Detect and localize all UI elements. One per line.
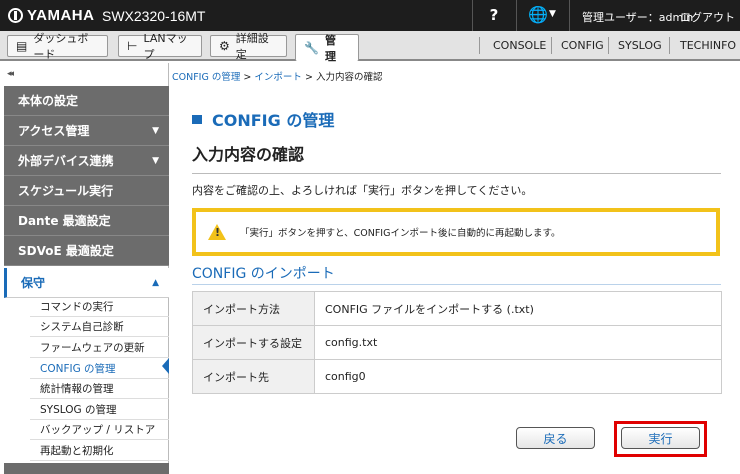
sidebar-item-maintenance[interactable]: 保守 ▲ — [4, 268, 169, 298]
syslog-link[interactable]: SYSLOG — [618, 39, 662, 52]
sidebar-item-label: Dante 最適設定 — [18, 214, 111, 228]
divider — [472, 0, 473, 31]
row-key: インポート方法 — [192, 291, 315, 326]
page-title-text: CONFIG の管理 — [212, 111, 335, 130]
tab-management[interactable]: 🔧 管 理 — [295, 34, 359, 63]
brand-name: YAMAHA — [27, 7, 95, 24]
gear-icon: ⚙ — [219, 39, 230, 53]
divider — [669, 37, 670, 54]
page-subtitle: 入力内容の確認 — [192, 145, 305, 164]
divider — [192, 284, 721, 285]
divider — [192, 173, 721, 174]
model-name: SWX2320-16MT — [102, 8, 206, 24]
sidebar-item-label: SDVoE 最適設定 — [18, 244, 114, 258]
sidebar-item-next-partial — [4, 463, 169, 474]
divider — [516, 0, 517, 31]
yamaha-logo: YAMAHA — [8, 7, 94, 24]
breadcrumb-separator: > — [304, 72, 313, 83]
sidebar-subitem-syslog[interactable]: SYSLOG の管理 — [30, 400, 169, 420]
lan-map-icon: ⊢ — [127, 39, 138, 53]
sidebar-item-external-devices[interactable]: 外部デバイス連携 ▼ — [4, 146, 169, 176]
help-button[interactable]: ? — [480, 6, 508, 24]
user-label: 管理ユーザー：admin — [582, 11, 694, 24]
chevron-down-icon[interactable]: ▼ — [549, 9, 556, 19]
sidebar-subitem-backup[interactable]: バックアップ / リストア — [30, 420, 169, 440]
tab-dashboard[interactable]: ▤ ダッシュボード — [7, 32, 108, 61]
section-title: CONFIG のインポート — [192, 266, 335, 282]
warning-icon — [208, 224, 226, 240]
sidebar-item-sdvoe[interactable]: SDVoE 最適設定 — [4, 236, 169, 266]
wrench-icon: 🔧 — [304, 41, 319, 55]
execute-button[interactable]: 実行 — [621, 427, 700, 449]
tab-label: LANマップ — [143, 32, 188, 61]
section-marker-icon — [192, 114, 202, 124]
sidebar-item-dante[interactable]: Dante 最適設定 — [4, 206, 169, 236]
sidebar-subitem-firmware[interactable]: ファームウェアの更新 — [30, 338, 169, 358]
tab-advanced-settings[interactable]: ⚙ 詳細設定 — [210, 32, 287, 61]
sidebar-item-label: 外部デバイス連携 — [18, 154, 114, 168]
tab-label: 管 理 — [324, 34, 336, 63]
top-bar: YAMAHA SWX2320-16MT ? 🌐 ▼ 管理ユーザー：admin ロ… — [0, 0, 740, 31]
back-button[interactable]: 戻る — [516, 427, 595, 449]
breadcrumb-import[interactable]: インポート — [254, 72, 302, 83]
sidebar-subitem-statistics[interactable]: 統計情報の管理 — [30, 379, 169, 399]
sidebar-item-label: 本体の設定 — [18, 94, 79, 108]
breadcrumb-config[interactable]: CONFIG の管理 — [172, 72, 240, 83]
divider — [551, 37, 552, 54]
page-title: CONFIG の管理 — [192, 107, 334, 131]
sidebar-item-schedule[interactable]: スケジュール実行 — [4, 176, 169, 206]
sidebar-subitem-reboot[interactable]: 再起動と初期化 — [30, 441, 169, 461]
collapse-sidebar-icon[interactable]: ◂◂ — [7, 69, 14, 79]
breadcrumb-current: 入力内容の確認 — [315, 72, 383, 83]
sidebar-item-device-settings[interactable]: 本体の設定 — [4, 86, 169, 116]
console-link[interactable]: CONSOLE — [493, 39, 546, 52]
sidebar-subitem-command[interactable]: コマンドの実行 — [30, 297, 169, 317]
tab-lan-map[interactable]: ⊢ LANマップ — [118, 32, 202, 61]
chevron-down-icon: ▼ — [152, 155, 159, 166]
breadcrumb-separator: > — [243, 72, 252, 83]
row-key: インポートする設定 — [192, 325, 315, 360]
table-row: インポート先 config0 — [192, 359, 722, 394]
sidebar-item-label: スケジュール実行 — [18, 184, 114, 198]
row-key: インポート先 — [192, 359, 315, 394]
sidebar: ◂◂ 本体の設定 アクセス管理 ▼ 外部デバイス連携 ▼ スケジュール実行 Da… — [0, 63, 169, 474]
tab-label: ダッシュボード — [33, 32, 89, 61]
description-text: 内容をご確認の上、よろしければ「実行」ボタンを押してください。 — [192, 184, 533, 197]
yamaha-mark-icon — [8, 8, 23, 23]
sidebar-item-label: アクセス管理 — [18, 124, 90, 138]
logout-link[interactable]: ログアウト — [680, 9, 735, 25]
tab-bar: ▤ ダッシュボード ⊢ LANマップ ⚙ 詳細設定 🔧 管 理 CONSOLE … — [0, 31, 740, 63]
chevron-up-icon: ▲ — [152, 277, 159, 288]
language-globe-icon[interactable]: 🌐 — [528, 5, 548, 24]
sidebar-subitem-self-diagnosis[interactable]: システム自己診断 — [30, 317, 169, 337]
table-row: インポートする設定 config.txt — [192, 325, 722, 360]
sidebar-subitem-config[interactable]: CONFIG の管理 — [30, 359, 169, 379]
table-row: インポート方法 CONFIG ファイルをインポートする (.txt) — [192, 291, 722, 326]
row-value: CONFIG ファイルをインポートする (.txt) — [314, 291, 722, 326]
chevron-down-icon: ▼ — [152, 125, 159, 136]
warning-box: 「実行」ボタンを押すと、CONFIGインポート後に自動的に再起動します。 — [192, 208, 720, 256]
divider — [479, 37, 480, 54]
sidebar-item-label: 保守 — [21, 276, 46, 290]
active-indicator — [162, 358, 169, 374]
divider — [569, 0, 570, 31]
sidebar-item-access[interactable]: アクセス管理 ▼ — [4, 116, 169, 146]
breadcrumb: CONFIG の管理 > インポート > 入力内容の確認 — [172, 69, 382, 83]
warning-text: 「実行」ボタンを押すと、CONFIGインポート後に自動的に再起動します。 — [240, 228, 561, 239]
tab-label: 詳細設定 — [235, 32, 269, 61]
dashboard-icon: ▤ — [16, 39, 28, 53]
import-details-table: インポート方法 CONFIG ファイルをインポートする (.txt) インポート… — [192, 291, 722, 394]
divider — [608, 37, 609, 54]
techinfo-link[interactable]: TECHINFO — [680, 39, 736, 52]
row-value: config.txt — [314, 325, 722, 360]
config-link[interactable]: CONFIG — [561, 39, 604, 52]
row-value: config0 — [314, 359, 722, 394]
